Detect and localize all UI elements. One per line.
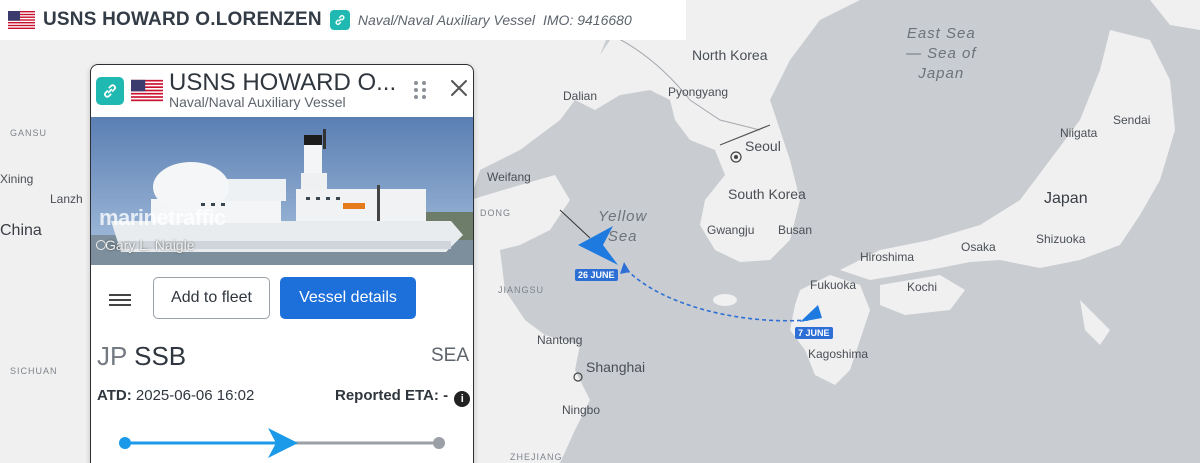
label-east-sea-line1: East Sea xyxy=(906,25,976,42)
label-zhejiang: ZHEJIANG xyxy=(510,452,563,462)
label-east-sea-line3: Japan xyxy=(918,65,965,82)
label-niigata: Niigata xyxy=(1060,126,1098,140)
link-icon[interactable] xyxy=(329,10,350,30)
photo-credit: Gary L. Naigle xyxy=(105,237,195,253)
atd-label: ATD: xyxy=(97,387,132,404)
label-gwangju: Gwangju xyxy=(707,223,755,237)
label-yellow-sea-line2: Sea xyxy=(607,228,638,245)
label-fukuoka: Fukuoka xyxy=(810,278,857,292)
vessel-type-top: Naval/Naval Auxiliary Vessel xyxy=(357,12,535,28)
label-shizuoka: Shizuoka xyxy=(1036,232,1086,246)
label-dalian: Dalian xyxy=(563,89,598,103)
track-label-start[interactable]: 7 JUNE xyxy=(795,327,833,339)
label-weifang: Weifang xyxy=(487,170,531,184)
watermark-text: marinetraffic xyxy=(99,205,226,230)
menu-icon[interactable] xyxy=(109,291,133,309)
card-header: USNS HOWARD O... Naval/Naval Auxiliary V… xyxy=(91,65,473,117)
label-kagoshima: Kagoshima xyxy=(808,347,869,361)
card-vessel-type: Naval/Naval Auxiliary Vessel xyxy=(169,94,346,110)
label-japan: Japan xyxy=(1044,190,1088,207)
vessel-title-bar: USNS HOWARD O.LORENZEN Naval/Naval Auxil… xyxy=(0,0,686,40)
label-dong: DONG xyxy=(480,208,511,218)
vessel-photo[interactable]: marinetraffic Gary L. Naigle xyxy=(91,117,473,265)
add-to-fleet-button[interactable]: Add to fleet xyxy=(153,277,270,319)
us-flag-icon xyxy=(131,79,163,102)
label-china: China xyxy=(0,222,42,239)
close-icon[interactable] xyxy=(447,76,471,100)
atd-value: 2025-06-06 16:02 xyxy=(135,387,255,404)
track-label-end[interactable]: 26 JUNE xyxy=(575,269,618,281)
label-east-sea-line2: — Sea of xyxy=(906,45,977,62)
label-east-sea: East Sea — Sea of Japan xyxy=(906,24,977,84)
label-sichuan: SICHUAN xyxy=(10,366,58,376)
label-nantong: Nantong xyxy=(537,333,583,347)
progress-start-dot xyxy=(119,437,131,449)
arrival-destination: SEA xyxy=(430,345,469,366)
voyage-progress-bar xyxy=(119,428,445,458)
label-south-korea: South Korea xyxy=(728,186,806,202)
label-seoul: Seoul xyxy=(745,138,781,154)
vessel-name-title: USNS HOWARD O.LORENZEN xyxy=(43,9,322,30)
label-osaka: Osaka xyxy=(961,240,996,254)
departure-port-code: SSB xyxy=(134,341,187,371)
label-shanghai: Shanghai xyxy=(586,359,646,375)
label-lanzhou: Lanzh xyxy=(50,192,83,206)
vessel-info-card: USNS HOWARD O... Naval/Naval Auxiliary V… xyxy=(90,64,474,463)
drag-handle-icon[interactable] xyxy=(413,80,427,100)
label-busan: Busan xyxy=(778,223,813,237)
label-sendai: Sendai xyxy=(1113,113,1151,127)
label-jiangsu: JIANGSU xyxy=(498,285,545,295)
label-gansu: GANSU xyxy=(10,128,48,138)
label-ningbo: Ningbo xyxy=(562,403,601,417)
departure-country-code: JP xyxy=(97,341,127,371)
eta-value: - xyxy=(443,387,449,404)
atd-row: ATD: 2025-06-06 16:02 xyxy=(97,387,254,404)
label-north-korea: North Korea xyxy=(692,47,768,63)
label-hiroshima: Hiroshima xyxy=(860,250,915,264)
eta-row: Reported ETA: - i xyxy=(335,387,471,407)
vessel-imo: IMO: 9416680 xyxy=(543,12,632,28)
eta-label: Reported ETA: xyxy=(335,387,439,404)
label-xining: Xining xyxy=(0,172,34,186)
vessel-details-button[interactable]: Vessel details xyxy=(280,277,416,319)
card-vessel-name: USNS HOWARD O... xyxy=(169,69,397,96)
label-pyongyang: Pyongyang xyxy=(668,85,729,99)
progress-end-dot xyxy=(433,437,445,449)
info-icon[interactable]: i xyxy=(454,391,471,407)
departure-port: JP SSB xyxy=(97,341,186,372)
us-flag-icon xyxy=(8,11,35,29)
label-yellow-sea-line1: Yellow xyxy=(598,208,648,225)
link-icon[interactable] xyxy=(96,77,124,105)
label-yellow-sea: Yellow Sea xyxy=(598,207,647,247)
label-kochi: Kochi xyxy=(907,280,938,294)
